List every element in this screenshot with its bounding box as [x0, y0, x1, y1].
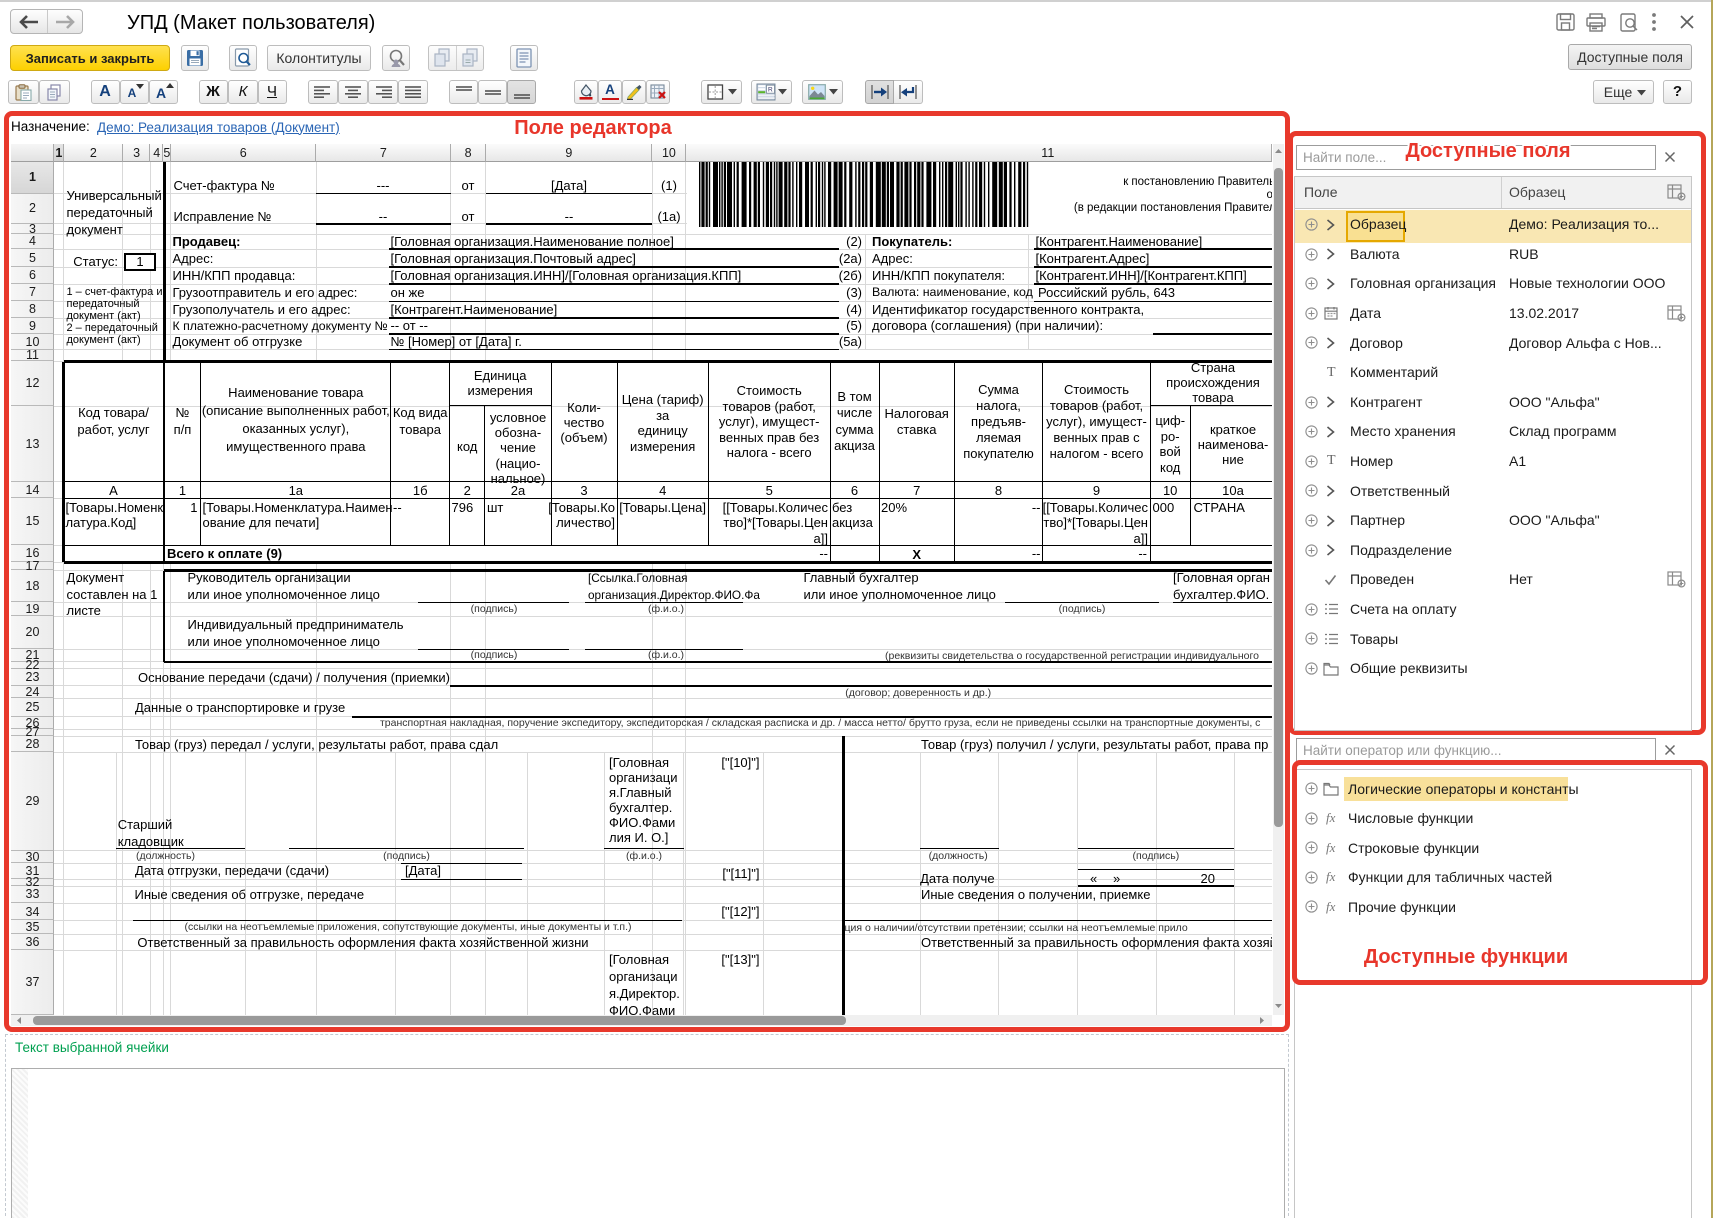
svg-text:R: R [768, 87, 773, 94]
